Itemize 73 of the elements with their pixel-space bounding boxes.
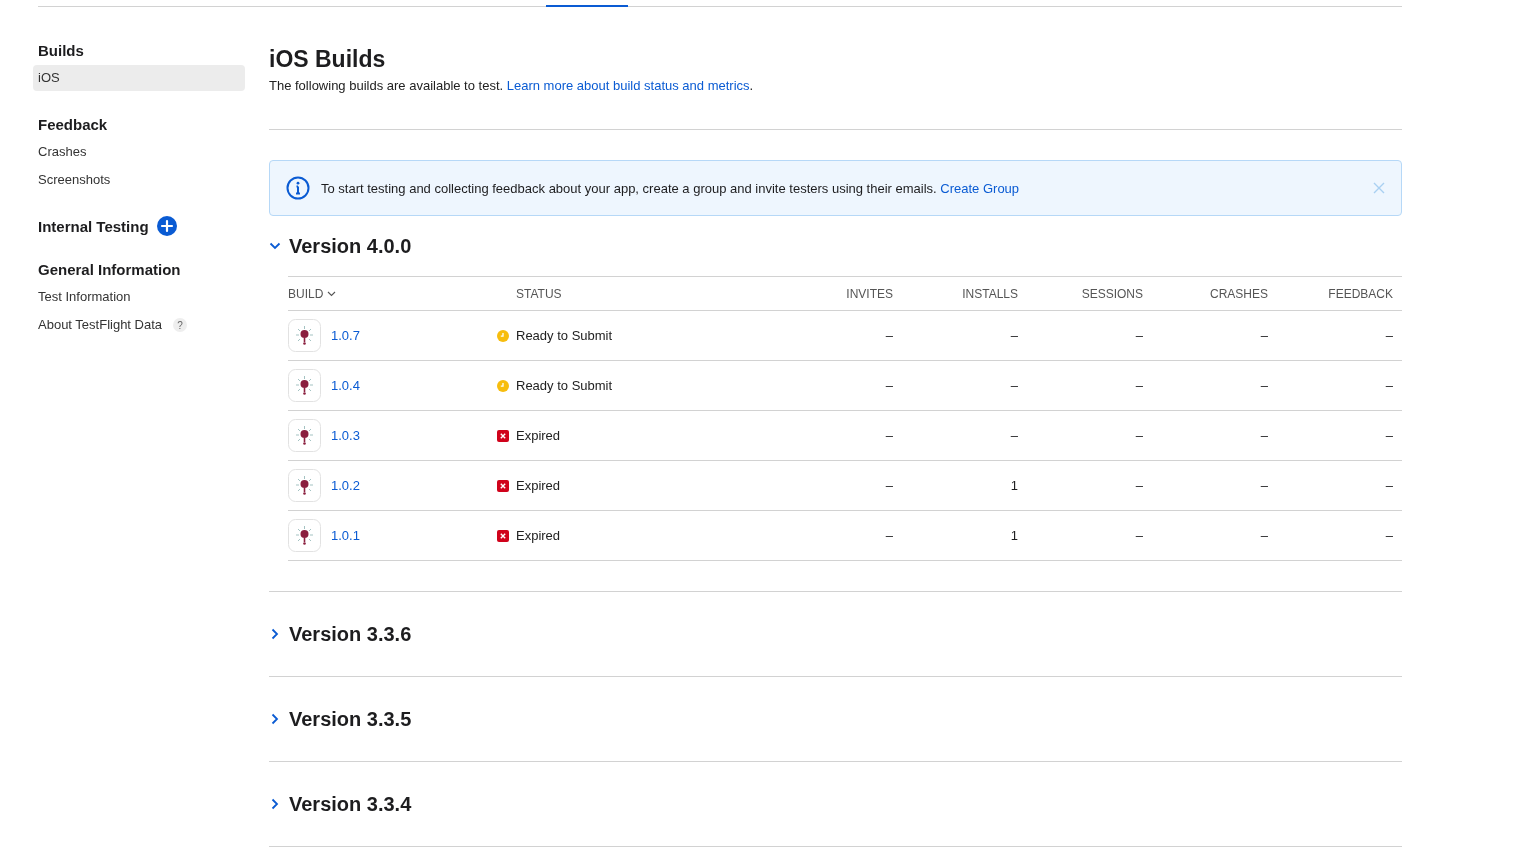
table-cell: – <box>1260 328 1268 343</box>
sort-caret-icon[interactable] <box>327 290 337 297</box>
column-header: INSTALLS <box>962 286 1018 301</box>
sidebar-item[interactable]: Crashes <box>33 139 92 165</box>
app-icon <box>288 519 321 552</box>
page-title: iOS Builds <box>269 46 387 73</box>
build-link[interactable]: 1.0.2 <box>331 478 360 493</box>
app-icon <box>288 369 321 402</box>
table-cell: – <box>1010 328 1018 343</box>
version-heading[interactable]: Version 3.3.5 <box>289 707 412 731</box>
table-cell: – <box>885 428 893 443</box>
sidebar-heading: Feedback <box>38 115 108 133</box>
status-text: Ready to Submit <box>516 378 613 393</box>
version-heading[interactable]: Version 3.3.4 <box>289 792 412 816</box>
column-header: SESSIONS <box>1081 286 1143 301</box>
chevron-down-icon[interactable] <box>269 240 281 252</box>
build-link[interactable]: 1.0.1 <box>331 528 360 543</box>
table-cell: – <box>1010 428 1018 443</box>
table-cell: – <box>1010 378 1018 393</box>
create-group-link[interactable]: Create Group <box>940 180 1020 196</box>
sidebar-item[interactable]: Test Information <box>33 284 136 310</box>
build-link[interactable]: 1.0.3 <box>331 428 360 443</box>
table-cell: – <box>885 478 893 493</box>
table-cell: – <box>1385 528 1393 543</box>
sidebar-heading: Internal Testing <box>38 217 149 235</box>
table-cell: 1 <box>1010 478 1018 493</box>
sidebar-heading: General Information <box>38 260 181 278</box>
status-text: Expired <box>516 528 561 543</box>
table-cell: – <box>1135 528 1143 543</box>
page-description: The following builds are available to test. Learn more about build status and metrics. <box>269 78 755 93</box>
status-text: Expired <box>516 478 561 493</box>
status-text: Ready to Submit <box>516 328 613 343</box>
chevron-right-icon[interactable] <box>269 798 281 810</box>
app-icon <box>288 419 321 452</box>
build-link[interactable]: 1.0.4 <box>331 378 360 393</box>
column-header: INVITES <box>846 286 893 301</box>
banner-message: To start testing and collecting feedback about your app, create a group and invite testers using their emails. Create Group <box>321 180 1021 196</box>
column-header: STATUS <box>515 286 562 301</box>
chevron-right-icon[interactable] <box>269 628 281 640</box>
table-cell: – <box>885 378 893 393</box>
app-icon <box>288 469 321 502</box>
table-cell: – <box>1135 378 1143 393</box>
app-icon <box>288 319 321 352</box>
table-cell: – <box>1260 478 1268 493</box>
learn-more-link[interactable]: Learn more about build status and metrics <box>506 78 750 93</box>
table-cell: 1 <box>1010 528 1018 543</box>
table-cell: – <box>1135 478 1143 493</box>
table-cell: – <box>1135 428 1143 443</box>
sidebar-item[interactable]: About TestFlight Data <box>33 312 168 338</box>
sidebar-item[interactable]: iOS <box>33 65 245 91</box>
table-cell: – <box>1260 378 1268 393</box>
chevron-right-icon[interactable] <box>269 713 281 725</box>
table-cell: – <box>1385 478 1393 493</box>
sidebar-item[interactable]: Screenshots <box>33 167 116 193</box>
table-cell: – <box>1135 328 1143 343</box>
table-cell: – <box>1260 428 1268 443</box>
table-cell: – <box>885 528 893 543</box>
table-cell: – <box>1260 528 1268 543</box>
table-cell: – <box>1385 378 1393 393</box>
table-cell: – <box>885 328 893 343</box>
table-cell: – <box>1385 428 1393 443</box>
version-heading[interactable]: Version 3.3.6 <box>289 622 412 646</box>
table-cell: – <box>1385 328 1393 343</box>
help-badge[interactable]: ? <box>173 318 188 332</box>
column-header[interactable]: BUILD <box>288 286 324 301</box>
column-header: FEEDBACK <box>1328 286 1393 301</box>
sidebar-heading: Builds <box>38 41 84 59</box>
build-link[interactable]: 1.0.7 <box>331 328 360 343</box>
column-header: CRASHES <box>1210 286 1268 301</box>
add-icon[interactable] <box>156 216 177 236</box>
info-icon <box>286 176 310 200</box>
status-text: Expired <box>516 428 561 443</box>
version-heading[interactable]: Version 4.0.0 <box>289 234 412 258</box>
